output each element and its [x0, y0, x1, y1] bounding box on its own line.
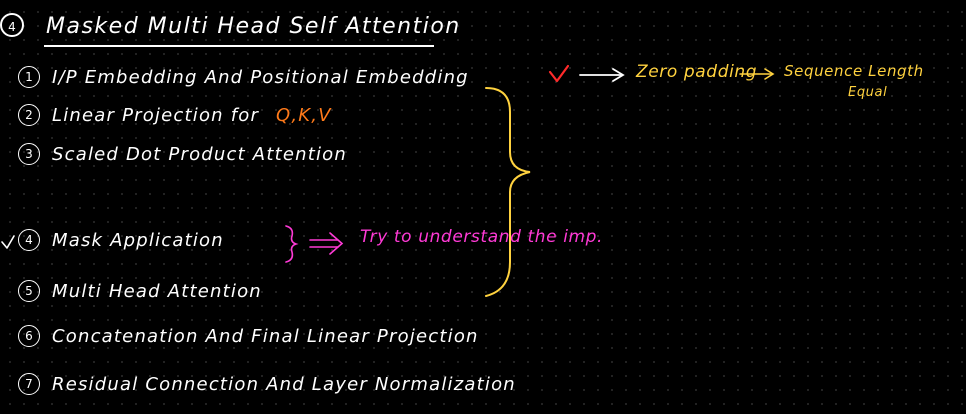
check-icon — [548, 64, 570, 83]
arrow-right-icon — [579, 68, 625, 82]
curly-brace-icon — [485, 87, 531, 297]
check-icon — [1, 235, 15, 249]
handwritten-marks — [1, 64, 775, 297]
implies-arrow-icon — [309, 232, 344, 255]
arrow-right-icon — [739, 68, 775, 80]
curly-brace-icon — [285, 225, 299, 263]
